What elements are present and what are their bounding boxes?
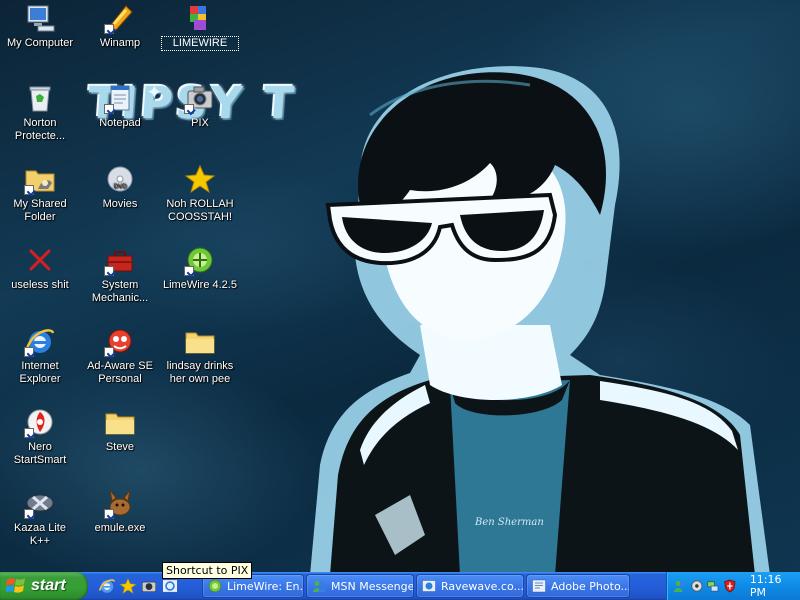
- clock[interactable]: 11:16 PM: [750, 573, 800, 599]
- desktop-icon-label: Nero StartSmart: [13, 441, 67, 466]
- shortcut-arrow-icon: [104, 24, 114, 34]
- star-icon[interactable]: [119, 577, 137, 595]
- desktop-icon-label: PIX: [191, 117, 209, 129]
- internet-explorer-icon[interactable]: [98, 577, 116, 595]
- desktop-icon-notepad[interactable]: Notepad: [82, 82, 158, 130]
- desktop-icon-movies[interactable]: DVD Movies: [82, 163, 158, 211]
- desktop-icon-emule[interactable]: emule.exe: [82, 487, 158, 535]
- msn-icon: [313, 581, 326, 592]
- star-icon: [184, 164, 216, 194]
- desktop-icon-my-computer[interactable]: My Computer: [2, 2, 78, 50]
- desktop-icon-kazaa-lite[interactable]: Kazaa Lite K++: [2, 487, 78, 548]
- desktop-icon-useless-shit[interactable]: useless shit: [2, 244, 78, 292]
- red-x-icon: [29, 249, 51, 271]
- shortcut-arrow-icon: [24, 185, 34, 195]
- dvd-icon: DVD: [107, 166, 133, 192]
- desktop-icon-label: Internet Explorer: [19, 360, 61, 385]
- task-label: Ravewave.co...: [441, 579, 523, 593]
- desktop-icon-lindsay-folder[interactable]: lindsay drinks her own pee: [162, 325, 238, 386]
- desktop-icon-label: Notepad: [99, 117, 141, 129]
- folder-icon: [105, 413, 135, 435]
- desktop-icon-my-shared-folder[interactable]: My Shared Folder: [2, 163, 78, 224]
- desktop-icon-label: Norton Protecte...: [14, 117, 66, 142]
- photoshop-icon: [532, 579, 546, 593]
- windows-flag-icon: [6, 578, 25, 593]
- task-ravewave[interactable]: Ravewave.co...: [417, 575, 523, 597]
- task-label: MSN Messenger: [331, 579, 413, 593]
- task-adobe-photoshop[interactable]: Adobe Photo...: [527, 575, 629, 597]
- desktop-icon-label: Movies: [102, 198, 138, 210]
- desktop-icon-norton-protected[interactable]: Norton Protecte...: [2, 82, 78, 143]
- desktop-icon-label: useless shit: [11, 279, 69, 291]
- desktop-icon-internet-explorer[interactable]: Internet Explorer: [2, 325, 78, 386]
- shortcut-arrow-icon: [184, 104, 194, 114]
- desktop-icon-label: Steve: [105, 441, 135, 453]
- limewire-icon: [208, 579, 222, 593]
- task-label: LimeWire: En...: [227, 579, 303, 593]
- shortcut-arrow-icon: [104, 509, 114, 519]
- taskbar: start LimeWire: En... MSN Messenger Rave…: [0, 572, 800, 600]
- desktop-icon-limewire-425[interactable]: LimeWire 4.2.5: [162, 244, 238, 292]
- task-list: LimeWire: En... MSN Messenger Ravewave.c…: [203, 572, 633, 600]
- desktop-icon-limewire-folder[interactable]: LIMEWIRE: [161, 2, 239, 51]
- shortcut-arrow-icon: [184, 266, 194, 276]
- task-label: Adobe Photo...: [551, 579, 629, 593]
- shortcut-arrow-icon: [104, 347, 114, 357]
- svg-text:DVD: DVD: [113, 183, 127, 190]
- task-msn-messenger[interactable]: MSN Messenger: [307, 575, 413, 597]
- desktop-icon-system-mechanic[interactable]: System Mechanic...: [82, 244, 158, 305]
- desktop: TIPSY T ✦ Ben Sherman My Computer Norton: [0, 0, 800, 572]
- desktop-icon-label: My Shared Folder: [13, 198, 67, 223]
- people-icon[interactable]: [673, 579, 687, 593]
- desktop-icon-pix[interactable]: PIX: [162, 82, 238, 130]
- desktop-icon-label: My Computer: [6, 37, 74, 49]
- camera-icon[interactable]: [140, 577, 158, 595]
- desktop-icon-label: System Mechanic...: [91, 279, 149, 304]
- desktop-icon-label: Ad-Aware SE Personal: [87, 360, 153, 385]
- desktop-icon-winamp[interactable]: Winamp: [82, 2, 158, 50]
- start-label: start: [31, 577, 66, 594]
- desktop-icon-label: emule.exe: [94, 522, 146, 534]
- tooltip: Shortcut to PIX: [162, 562, 253, 579]
- desktop-icon-label: Winamp: [99, 37, 141, 49]
- speaker-icon[interactable]: [690, 579, 704, 593]
- system-tray: 11:16 PM: [666, 572, 800, 600]
- shortcut-arrow-icon: [104, 266, 114, 276]
- desktop-icon-nero-startsmart[interactable]: Nero StartSmart: [2, 406, 78, 467]
- limewire-folder-icon: [190, 6, 206, 30]
- desktop-icon-steve[interactable]: Steve: [82, 406, 158, 454]
- shortcut-arrow-icon: [24, 428, 34, 438]
- recycle-bin-icon: [29, 86, 51, 112]
- shortcut-arrow-icon: [24, 347, 34, 357]
- desktop-icon-label: lindsay drinks her own pee: [166, 360, 234, 385]
- wallpaper-figure: Ben Sherman: [310, 66, 770, 572]
- start-button[interactable]: start: [0, 572, 88, 600]
- internet-explorer-icon: [422, 580, 436, 592]
- network-icon[interactable]: [706, 579, 720, 593]
- computer-icon: [27, 5, 55, 32]
- desktop-icon-label: Kazaa Lite K++: [14, 522, 66, 547]
- shield-icon[interactable]: [723, 579, 737, 593]
- shirt-text: Ben Sherman: [474, 517, 544, 528]
- ie-refresh-icon[interactable]: [161, 577, 179, 595]
- desktop-icon-ad-aware[interactable]: Ad-Aware SE Personal: [82, 325, 158, 386]
- shortcut-arrow-icon: [104, 104, 114, 114]
- desktop-icon-noh-rollah[interactable]: Noh ROLLAH COOSSTAH!: [162, 163, 238, 224]
- folder-icon: [185, 332, 215, 354]
- desktop-icon-label: LIMEWIRE: [161, 36, 239, 51]
- desktop-icon-label: LimeWire 4.2.5: [163, 279, 237, 291]
- shortcut-arrow-icon: [24, 509, 34, 519]
- desktop-icon-label: Noh ROLLAH COOSSTAH!: [166, 198, 234, 223]
